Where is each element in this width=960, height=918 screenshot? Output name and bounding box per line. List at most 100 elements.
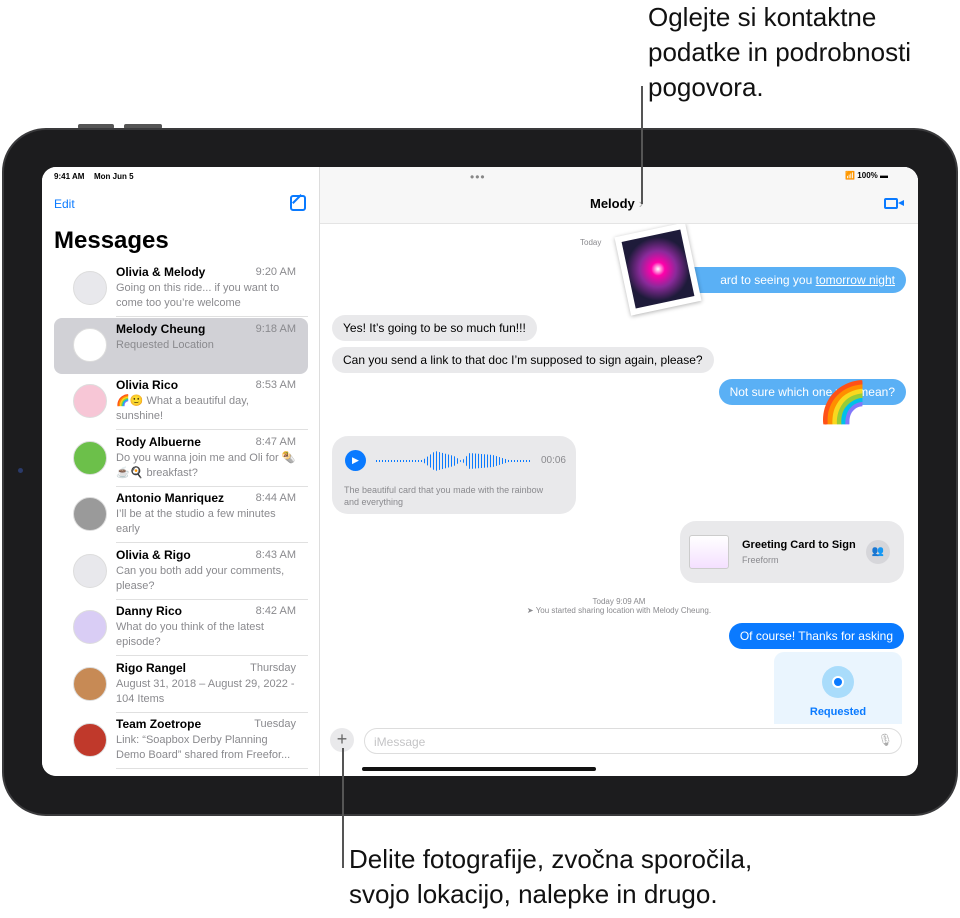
avatar: [73, 610, 107, 644]
input-placeholder: iMessage: [374, 735, 426, 749]
location-pin-icon: [822, 666, 854, 698]
status-date: Mon Jun 5: [94, 172, 134, 181]
message-preview: Going on this ride... if you want to com…: [116, 282, 280, 309]
page-title: Messages: [54, 227, 169, 254]
message-text: ard to seeing you: [720, 273, 816, 287]
conversation-header: ••• 📶 100% ▬ Melody›: [320, 167, 918, 224]
message-preview: August 31, 2018 – August 29, 2022 - 104 …: [116, 677, 295, 705]
conversation-sidebar: 9:41 AM Mon Jun 5 Edit Messages Olivia &…: [42, 167, 320, 776]
compose-icon[interactable]: [290, 195, 306, 211]
conversation-item[interactable]: Olivia & Melody 9:20 AM Going on this ri…: [54, 261, 308, 317]
card-thumbnail: [689, 535, 729, 569]
callout-pointer: [641, 86, 643, 204]
conversation-item[interactable]: Olivia & Rigo 8:43 AM Can you both add y…: [54, 544, 308, 600]
audio-transcript: The beautiful card that you made with th…: [344, 485, 544, 507]
day-label: Today: [580, 238, 602, 247]
battery-level: 100%: [857, 171, 878, 180]
message-preview: Link: “Soapbox Derby Planning Demo Board…: [116, 734, 291, 761]
video-call-icon[interactable]: [884, 198, 904, 209]
conversation-view: Today ard to seeing you tomorrow night Y…: [320, 167, 918, 776]
card-title: Greeting Card to Sign: [742, 539, 856, 551]
home-indicator: [362, 767, 596, 771]
freeform-card[interactable]: Greeting Card to Sign Freeform 👥: [680, 521, 904, 583]
callout-contact-details: Oglejte si kontaktne podatke in podrobno…: [648, 0, 911, 105]
play-icon[interactable]: ▶: [345, 450, 366, 471]
edit-button[interactable]: Edit: [54, 197, 75, 211]
message-bubble[interactable]: Can you send a link to that doc I’m supp…: [332, 347, 714, 373]
multitasking-dots[interactable]: •••: [470, 170, 486, 184]
message-time: 9:18 AM: [255, 322, 296, 335]
message-time: 8:42 AM: [255, 605, 296, 617]
contact-name-button[interactable]: Melody›: [590, 196, 643, 211]
message-bubble[interactable]: Yes! It’s going to be so much fun!!!: [332, 315, 537, 341]
message-input[interactable]: iMessage 🎙: [364, 728, 902, 754]
status-right: 📶 100% ▬: [845, 171, 888, 180]
avatar: [73, 384, 107, 418]
ipad-screen: 9:41 AM Mon Jun 5 Edit Messages Olivia &…: [42, 167, 918, 776]
message-bubble[interactable]: Not sure which one you mean?: [718, 379, 906, 405]
conversation-item[interactable]: Rody Albuerne 8:47 AM Do you wanna join …: [54, 431, 308, 487]
message-preview: What do you think of the latest episode?: [116, 621, 264, 648]
message-time: 8:43 AM: [255, 548, 296, 561]
message-preview: I’ll be at the studio a few minutes earl…: [116, 508, 276, 535]
message-time: 8:44 AM: [255, 492, 296, 504]
collaborators-icon[interactable]: 👥: [866, 540, 890, 564]
callout-line: podatke in podrobnosti: [648, 37, 912, 67]
conversation-item[interactable]: Antonio Manriquez 8:44 AM I’ll be at the…: [54, 487, 308, 543]
conversation-item[interactable]: Team Zoetrope Tuesday Link: “Soapbox Der…: [54, 713, 308, 769]
callout-line: pogovora.: [648, 72, 764, 102]
message-time: Thursday: [250, 661, 296, 674]
conversation-item[interactable]: Rigo Rangel Thursday August 31, 2018 – A…: [54, 657, 308, 713]
callout-share: Delite fotografije, zvočna sporočila, sv…: [349, 842, 752, 912]
fireworks-sticker: [614, 222, 702, 316]
divider: [116, 768, 308, 769]
contact-name: Rigo Rangel: [116, 660, 187, 675]
conversation-item[interactable]: Olivia Rico 8:53 AM 🌈🙂 What a beautiful …: [54, 374, 308, 430]
contact-name: Olivia & Rigo: [116, 547, 191, 562]
location-arrow-icon: ➤: [526, 606, 536, 615]
avatar: [73, 327, 107, 362]
waveform: [376, 451, 532, 471]
callout-pointer: [342, 748, 344, 868]
avatar: [73, 497, 107, 531]
audio-duration: 00:06: [540, 455, 566, 466]
timestamp: Today 9:09 AM: [592, 597, 646, 606]
message-preview: Can you both add your comments, please?: [116, 564, 285, 592]
message-time: 8:53 AM: [255, 379, 296, 391]
message-time: 9:20 AM: [255, 266, 296, 278]
rainbow-sticker: 🌈: [818, 381, 868, 425]
message-preview: Do you wanna join me and Oli for 🌯☕🍳 bre…: [116, 451, 296, 479]
conversation-item[interactable]: Melody Cheung 9:18 AM Requested Location: [54, 317, 308, 374]
message-time: 8:47 AM: [255, 435, 296, 448]
contact-name: Antonio Manriquez: [116, 491, 224, 505]
avatar: [73, 440, 107, 475]
camera: [18, 468, 23, 473]
audio-message[interactable]: ▶ 00:06 The beautiful card that you made…: [332, 436, 576, 514]
microphone-icon[interactable]: 🎙: [878, 733, 893, 747]
message-time: Tuesday: [254, 718, 296, 730]
avatar: [73, 553, 107, 588]
contact-name: Melody Cheung: [116, 321, 206, 336]
callout-line: Delite fotografije, zvočna sporočila,: [349, 844, 753, 874]
location-status: Requested: [809, 706, 867, 718]
location-notice-text: You started sharing location with Melody…: [535, 606, 712, 615]
contact-name: Olivia & Melody: [116, 265, 206, 279]
avatar: [73, 723, 107, 757]
contact-name: Melody: [590, 196, 635, 211]
divider: [116, 316, 308, 317]
contact-name: Danny Rico: [116, 604, 183, 618]
message-link[interactable]: tomorrow night: [816, 273, 895, 287]
message-bubble[interactable]: Of course! Thanks for asking: [728, 623, 904, 649]
callout-line: svojo lokacijo, nalepke in drugo.: [349, 879, 718, 909]
card-app: Freeform: [742, 555, 779, 565]
contact-name: Rody Albuerne: [116, 434, 201, 449]
callout-line: Oglejte si kontaktne: [648, 2, 877, 32]
message-preview: 🌈🙂 What a beautiful day, sunshine!: [116, 395, 249, 422]
contact-name: Team Zoetrope: [116, 717, 202, 731]
status-time: 9:41 AM: [54, 172, 85, 181]
location-request[interactable]: Requested: [774, 652, 902, 724]
contact-name: Olivia Rico: [116, 378, 179, 392]
avatar: [73, 666, 107, 701]
location-notice: ➤ You started sharing location with Melo…: [320, 606, 918, 615]
conversation-item[interactable]: Danny Rico 8:42 AM What do you think of …: [54, 600, 308, 656]
